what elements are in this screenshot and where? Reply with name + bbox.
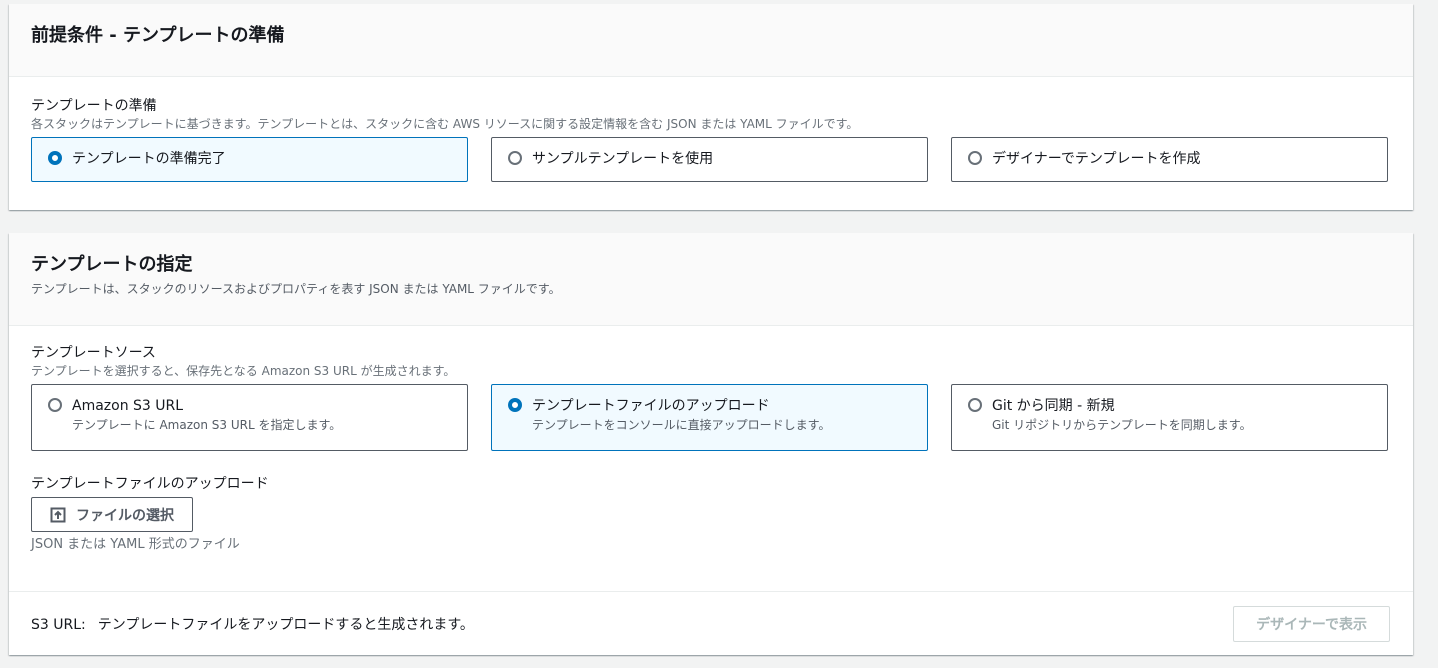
upload-template-file-label: テンプレートファイルのアップロード: [31, 476, 269, 492]
s3-url-value: テンプレートファイルをアップロードすると生成されます。: [97, 616, 474, 633]
option-label: サンプルテンプレートを使用: [532, 151, 714, 167]
option-designer-template[interactable]: デザイナーでテンプレートを作成: [951, 137, 1388, 182]
option-sample-template[interactable]: サンプルテンプレートを使用: [491, 137, 928, 182]
specify-template-body: テンプレートソース テンプレートを選択すると、保存先となる Amazon S3 …: [9, 326, 1413, 554]
source-label: Git から同期 - 新規: [992, 398, 1115, 414]
source-git-sync[interactable]: Git から同期 - 新規 Git リポジトリからテンプレートを同期します。: [951, 384, 1388, 451]
source-upload-template-file[interactable]: テンプレートファイルのアップロード テンプレートをコンソールに直接アップロードし…: [491, 384, 928, 451]
s3-url-display: S3 URL: テンプレートファイルをアップロードすると生成されます。: [31, 614, 474, 634]
radio-unselected-icon[interactable]: [48, 398, 62, 412]
prepare-template-label: テンプレートの準備: [31, 98, 157, 114]
source-desc: テンプレートをコンソールに直接アップロードします。: [532, 418, 831, 432]
specify-template-panel: テンプレートの指定 テンプレートは、スタックのリソースおよびプロパティを表す J…: [9, 233, 1413, 655]
source-label: テンプレートファイルのアップロード: [532, 398, 770, 414]
prerequisite-header: 前提条件 - テンプレートの準備: [9, 4, 1413, 77]
upload-hint: JSON または YAML 形式のファイル: [31, 537, 240, 552]
radio-selected-icon[interactable]: [508, 398, 522, 412]
source-desc: Git リポジトリからテンプレートを同期します。: [992, 418, 1252, 432]
specify-template-footer: S3 URL: テンプレートファイルをアップロードすると生成されます。 デザイナー…: [9, 591, 1413, 655]
prerequisite-panel: 前提条件 - テンプレートの準備 テンプレートの準備 各スタックはテンプレートに…: [9, 4, 1413, 210]
template-source-desc: テンプレートを選択すると、保存先となる Amazon S3 URL が生成されま…: [31, 364, 456, 378]
choose-file-button[interactable]: ファイルの選択: [31, 497, 193, 532]
specify-template-header: テンプレートの指定 テンプレートは、スタックのリソースおよびプロパティを表す J…: [9, 233, 1413, 326]
radio-unselected-icon[interactable]: [968, 151, 982, 165]
template-source-options: Amazon S3 URL テンプレートに Amazon S3 URL を指定し…: [31, 384, 1391, 451]
option-label: デザイナーでテンプレートを作成: [992, 151, 1201, 167]
source-desc: テンプレートに Amazon S3 URL を指定します。: [72, 418, 342, 432]
s3-url-label: S3 URL:: [31, 616, 86, 633]
option-label: テンプレートの準備完了: [72, 151, 226, 167]
template-source-label: テンプレートソース: [31, 345, 156, 361]
source-amazon-s3-url[interactable]: Amazon S3 URL テンプレートに Amazon S3 URL を指定し…: [31, 384, 468, 451]
view-in-designer-button[interactable]: デザイナーで表示: [1233, 605, 1390, 642]
prerequisite-title: 前提条件 - テンプレートの準備: [31, 25, 285, 46]
specify-template-title: テンプレートの指定: [31, 254, 193, 275]
choose-file-label: ファイルの選択: [76, 507, 174, 524]
prepare-template-desc: 各スタックはテンプレートに基づきます。テンプレートとは、スタックに含む AWS …: [31, 117, 859, 131]
prerequisite-body: テンプレートの準備 各スタックはテンプレートに基づきます。テンプレートとは、スタ…: [9, 77, 1413, 182]
source-label: Amazon S3 URL: [72, 398, 184, 414]
radio-unselected-icon[interactable]: [968, 398, 982, 412]
prepare-template-options: テンプレートの準備完了 サンプルテンプレートを使用 デザイナーでテンプレートを作…: [31, 137, 1391, 182]
radio-selected-icon[interactable]: [48, 151, 62, 165]
upload-icon: [50, 507, 66, 522]
radio-unselected-icon[interactable]: [508, 151, 522, 165]
specify-template-desc: テンプレートは、スタックのリソースおよびプロパティを表す JSON または YA…: [31, 282, 561, 296]
option-template-ready[interactable]: テンプレートの準備完了: [31, 137, 468, 182]
